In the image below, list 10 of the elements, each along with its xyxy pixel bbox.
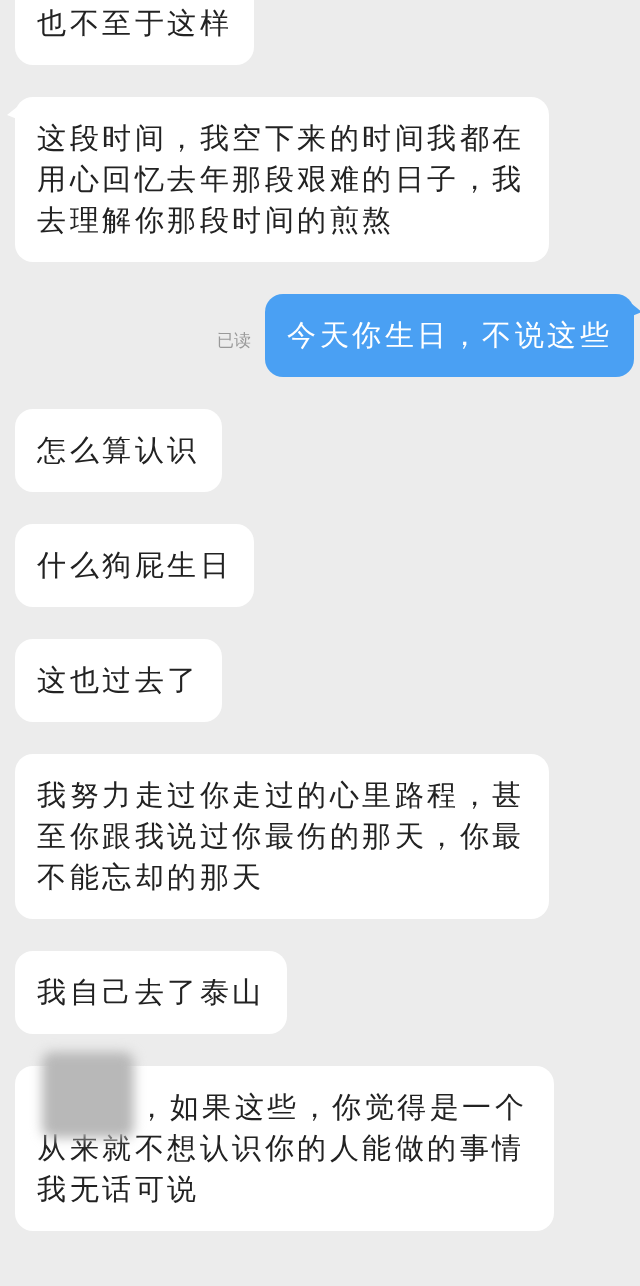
message-text: 今天你生日，不说这些	[287, 317, 612, 354]
message-text: 怎么算认识	[37, 432, 200, 469]
message-text: 这也过去了	[37, 662, 200, 699]
message-text: 我努力走过你走过的心里路程，甚至你跟我说过你最伤的那天，你最不能忘却的那天	[37, 777, 526, 896]
read-receipt: 已读	[217, 329, 251, 352]
message-text: 这段时间，我空下来的时间我都在用心回忆去年那段艰难的日子，我去理解你那段时间的煎熬	[37, 120, 526, 239]
message-text: 也不至于这样	[37, 5, 232, 42]
message-text: ，如果这些，你觉得是一个从来就不想认识你的人能做的事情我无话可说	[37, 1089, 528, 1208]
message-text: 我自己去了泰山	[37, 974, 265, 1011]
message-text: 什么狗屁生日	[37, 547, 232, 584]
